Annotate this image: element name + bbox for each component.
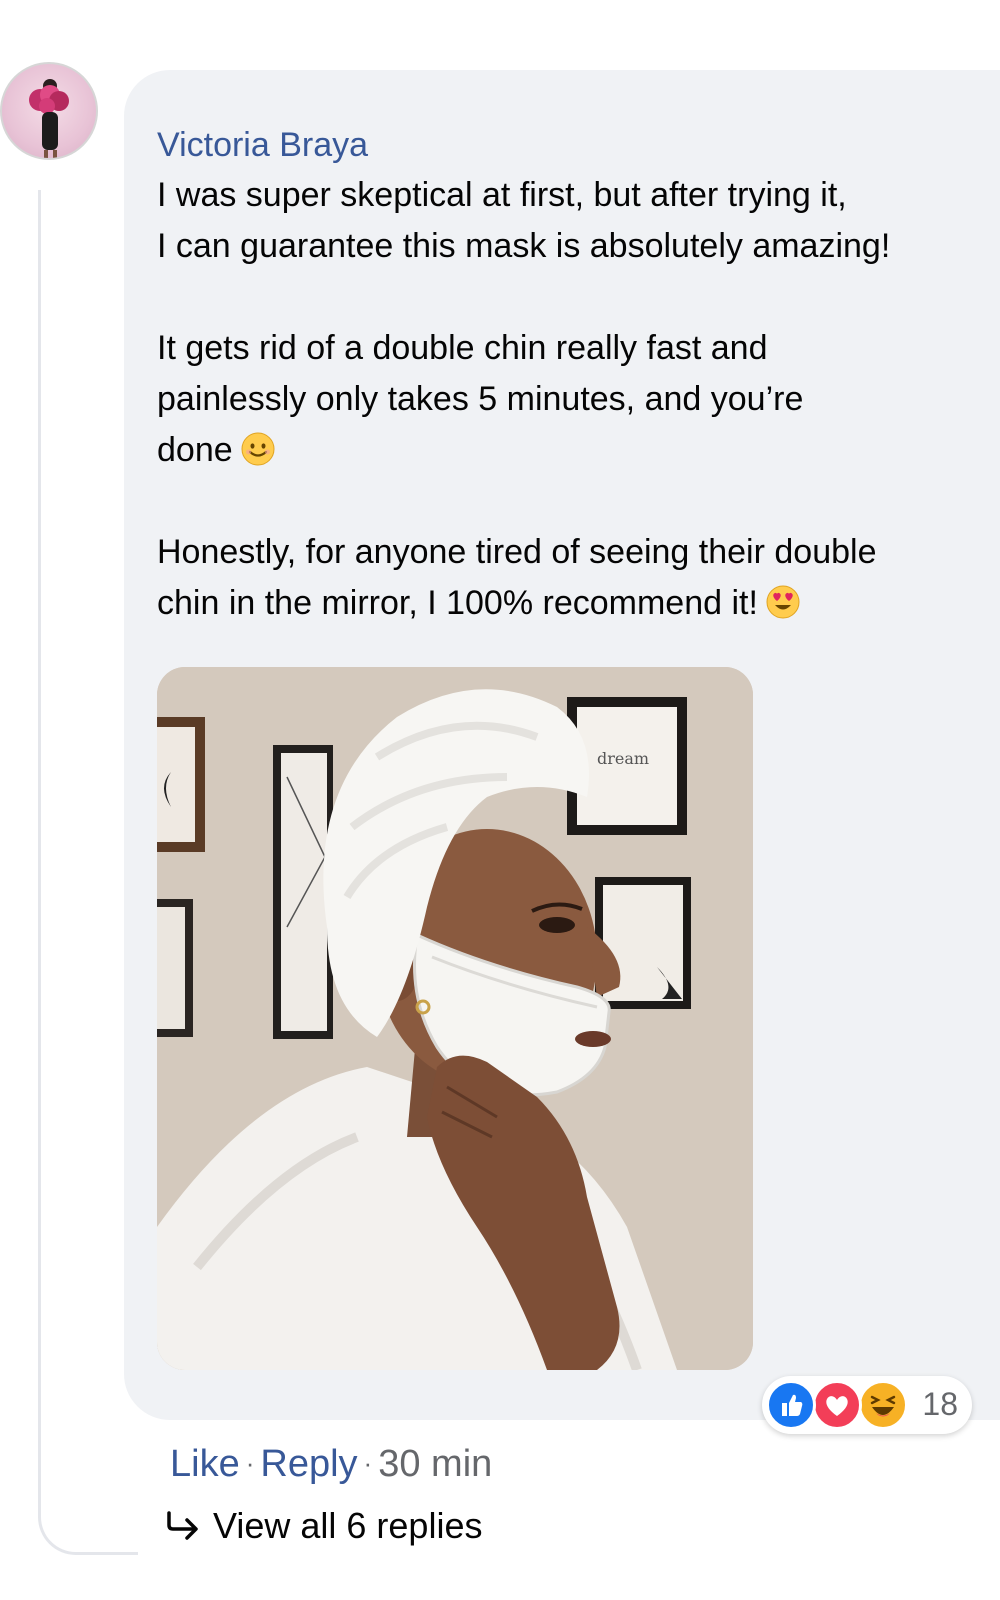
comment-line: Honestly, for anyone tired of seeing the…: [157, 533, 877, 571]
comment-paragraph-3: Honestly, for anyone tired of seeing the…: [157, 527, 957, 629]
like-icon: [766, 1380, 816, 1430]
frame-text: dream: [597, 749, 649, 768]
comment-author-name[interactable]: Victoria Braya: [157, 126, 368, 165]
comment-paragraph-1: I was super skeptical at first, but afte…: [157, 170, 957, 272]
comment-photo[interactable]: dream: [157, 667, 753, 1370]
smiling-face-emoji: [241, 430, 275, 466]
view-replies-link[interactable]: View all 6 replies: [165, 1505, 482, 1547]
separator-dot: ·: [245, 1448, 255, 1478]
comment-line: I was super skeptical at first, but afte…: [157, 176, 847, 214]
thread-line: [38, 190, 138, 1555]
reactions-summary[interactable]: 18: [762, 1376, 972, 1434]
comment-actions: Like · Reply · 30 min: [170, 1441, 492, 1486]
comment-line: It gets rid of a double chin really fast…: [157, 329, 768, 367]
avatar[interactable]: [0, 62, 98, 160]
comment-line: I can guarantee this mask is absolutely …: [157, 227, 891, 265]
comment-paragraph-2: It gets rid of a double chin really fast…: [157, 323, 957, 476]
comment-text: I was super skeptical at first, but afte…: [157, 170, 957, 680]
comment-timestamp[interactable]: 30 min: [378, 1443, 492, 1485]
love-icon: [812, 1380, 862, 1430]
reply-button[interactable]: Reply: [260, 1443, 357, 1485]
heart-eyes-emoji: [766, 583, 800, 619]
avatar-photo: [29, 79, 69, 158]
reply-arrow-icon: [167, 1511, 198, 1540]
haha-icon: [858, 1380, 908, 1430]
photo-woman-with-chin-mask: dream: [157, 667, 753, 1370]
comment-line: chin in the mirror, I 100% recommend it!: [157, 584, 758, 622]
reaction-count: 18: [922, 1386, 958, 1422]
comment-line: painlessly only takes 5 minutes, and you…: [157, 380, 804, 418]
separator-dot: ·: [363, 1448, 373, 1478]
comment-line: done: [157, 431, 233, 469]
like-button[interactable]: Like: [170, 1443, 240, 1485]
view-replies-label: View all 6 replies: [213, 1505, 483, 1546]
